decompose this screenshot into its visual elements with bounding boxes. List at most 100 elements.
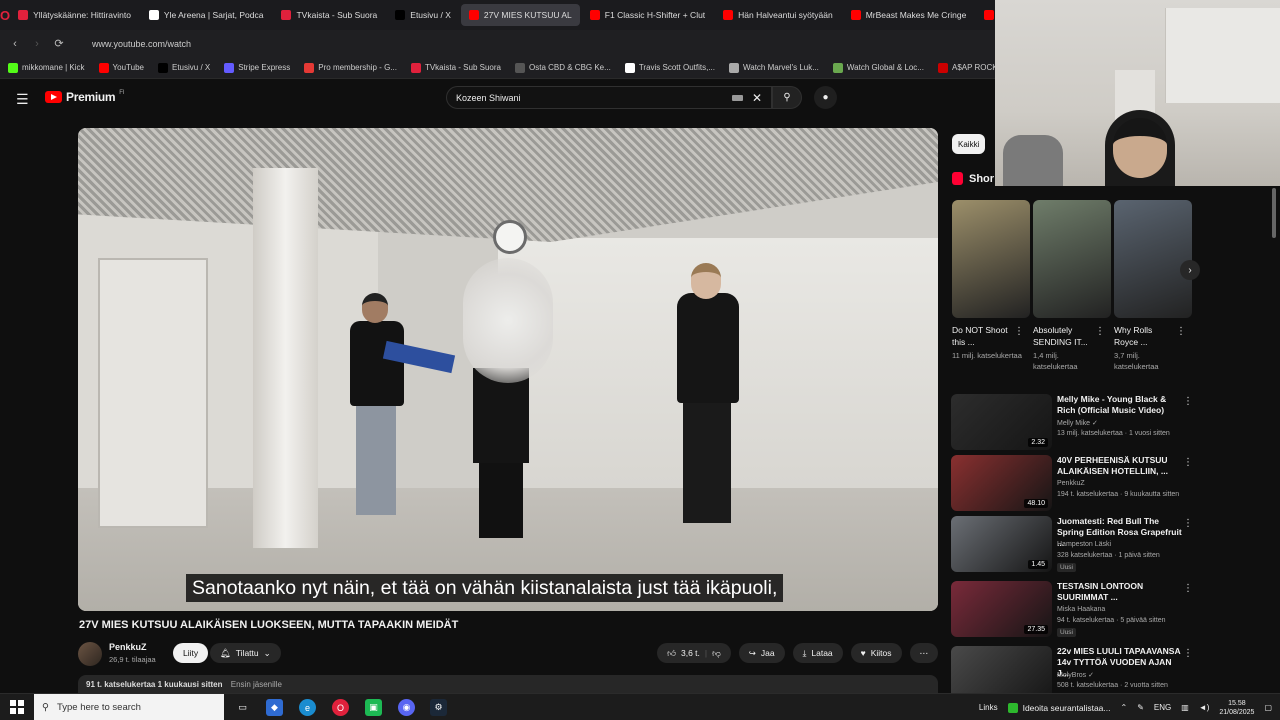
recommended-thumbnail[interactable]: 48.10 [951, 455, 1052, 511]
links-toolbar[interactable]: Links [979, 703, 998, 712]
short-title[interactable]: Why Rolls Royce ... [1114, 324, 1178, 350]
browser-tab[interactable]: Yle Areena | Sarjat, Podca [141, 4, 272, 26]
recommended-video[interactable]: 48.10 40V PERHEENISÄ KUTSUU ALAIKÄISEN HO… [951, 455, 1251, 513]
browser-tab[interactable]: Etusivu / X [387, 4, 459, 26]
short-thumbnail[interactable] [1033, 200, 1111, 318]
notification-center-icon[interactable]: ▢ [1264, 703, 1272, 712]
steam-icon[interactable]: ⚙ [430, 699, 447, 716]
subscribed-button[interactable]: 🔔︎ Tilattu ⌄ [210, 643, 281, 663]
channel-avatar[interactable] [78, 642, 102, 666]
download-button[interactable]: ⤓ Lataa [792, 643, 843, 663]
bookmark-item[interactable]: Pro membership - G... [304, 62, 397, 73]
more-vertical-icon[interactable]: ⋮ [1183, 648, 1193, 659]
like-button[interactable]: 👍︎ 3,6 t. | 👎︎ [657, 643, 731, 663]
copilot-icon[interactable]: ◆ [266, 699, 283, 716]
more-actions-button[interactable]: ⋯ [909, 643, 938, 663]
more-vertical-icon[interactable]: ⋮ [1095, 326, 1105, 337]
short-title[interactable]: Absolutely SENDING IT... [1033, 324, 1097, 350]
recommended-channel[interactable]: MolyBros ✓ [1057, 671, 1094, 679]
browser-tab[interactable]: Hän Halveantui syötyään [715, 4, 841, 26]
taskbar-clock[interactable]: 15.58 21/08/2025 [1219, 699, 1254, 717]
back-arrow-icon[interactable]: ‹ [6, 35, 24, 53]
recommended-thumbnail[interactable]: 1.45 [951, 516, 1052, 572]
short-card[interactable]: Absolutely SENDING IT... 1,4 milj. katsel… [1033, 200, 1111, 372]
recommended-title[interactable]: TESTASIN LONTOON SUURIMMAT ... [1057, 581, 1185, 603]
filter-chip-all[interactable]: Kaikki [952, 134, 986, 154]
bookmark-item[interactable]: A$AP ROCKY x PU... [937, 62, 995, 73]
thanks-label: Kiitos [870, 648, 892, 658]
shorts-next-arrow-icon[interactable]: › [1180, 260, 1200, 280]
network-icon[interactable]: ▥ [1181, 703, 1189, 712]
thanks-button[interactable]: ♥ Kiitos [850, 643, 902, 663]
short-views: 1,4 milj. katselukertaa [1033, 351, 1078, 371]
video-player[interactable]: Sanotaanko nyt näin, et tää on vähän kii… [78, 128, 938, 611]
recommended-video[interactable]: 1.45 Juomatesti: Red Bull The Spring Edit… [951, 516, 1251, 574]
recommended-channel[interactable]: Hampeston Läski [1057, 541, 1111, 548]
browser-tab[interactable]: Yllätyskäänne: Hittiravinto [10, 4, 139, 26]
recommended-title[interactable]: Melly Mike - Young Black & Rich (Officia… [1057, 394, 1185, 416]
reload-icon[interactable]: ⟳ [50, 35, 68, 53]
more-vertical-icon[interactable]: ⋮ [1183, 518, 1193, 529]
short-card[interactable]: Why Rolls Royce ... 3,7 milj. katselukert… [1114, 200, 1192, 372]
youtube-logo[interactable]: Premium FI [45, 90, 125, 104]
taskbar-search-input[interactable]: ⚲ Type here to search [34, 694, 224, 720]
channel-name[interactable]: PenkkuZ [109, 642, 147, 652]
voice-search-button[interactable]: ● [814, 86, 837, 109]
app-green-icon[interactable]: ▣ [365, 699, 382, 716]
language-indicator[interactable]: ENG [1154, 703, 1171, 712]
join-button[interactable]: Liity [173, 643, 209, 663]
bookmark-item[interactable]: YouTube [98, 62, 144, 73]
search-button[interactable]: ⚲ [772, 86, 802, 109]
notification-item[interactable]: Ideoita seurantalistaa... [1007, 702, 1110, 713]
thumbs-down-icon[interactable]: 👎︎ [712, 648, 721, 659]
opera-logo-icon[interactable]: O [0, 0, 10, 30]
browser-tab[interactable]: MrBeast Makes Me Cringe [843, 4, 975, 26]
edge-icon[interactable]: e [299, 699, 316, 716]
more-vertical-icon[interactable]: ⋮ [1176, 326, 1186, 337]
recommended-channel[interactable]: Melly Mike ✓ [1057, 419, 1098, 427]
browser-tab[interactable]: Jakso 39: Joel [976, 4, 995, 26]
browser-tab[interactable]: 27V MIES KUTSUU AL [460, 4, 580, 26]
menu-hamburger-icon[interactable]: ☰ [16, 91, 29, 108]
recommended-video[interactable]: 2.32 Melly Mike - Young Black & Rich (Off… [951, 394, 1251, 452]
short-title[interactable]: Do NOT Shoot this ... [952, 324, 1016, 350]
app-notification-icon [1007, 702, 1018, 713]
task-view-icon[interactable]: ▭ [234, 699, 251, 716]
clear-search-icon[interactable]: ✕ [752, 91, 762, 105]
tray-chevron-up-icon[interactable]: ⌃ [1120, 703, 1127, 712]
opera-taskbar-icon[interactable]: O [332, 699, 349, 716]
forward-arrow-icon[interactable]: › [28, 35, 46, 53]
bookmark-item[interactable]: Etusivu / X [157, 62, 210, 73]
bookmark-item[interactable]: Stripe Express [224, 62, 290, 73]
bookmark-item[interactable]: Watch Marvel's Luk... [728, 62, 819, 73]
bookmark-item[interactable]: TVkaista - Sub Suora [410, 62, 501, 73]
short-thumbnail[interactable] [952, 200, 1030, 318]
short-thumbnail[interactable] [1114, 200, 1192, 318]
bookmark-item[interactable]: Travis Scott Outfits,... [624, 62, 715, 73]
windows-start-icon[interactable] [10, 700, 24, 714]
more-vertical-icon[interactable]: ⋮ [1183, 396, 1193, 407]
recommended-video[interactable]: 27.35 TESTASIN LONTOON SUURIMMAT ... Miska… [951, 581, 1251, 639]
recommended-thumbnail[interactable]: 2.32 [951, 394, 1052, 450]
short-card[interactable]: Do NOT Shoot this ... 11 milj. katseluker… [952, 200, 1030, 361]
volume-icon[interactable]: ◄) [1199, 703, 1210, 712]
recommended-thumbnail[interactable]: 27.35 [951, 581, 1052, 637]
sidebar-scrollbar[interactable] [1272, 188, 1276, 238]
recommended-channel[interactable]: Miska Haakana [1057, 606, 1105, 613]
browser-tab[interactable]: TVkaista - Sub Suora [273, 4, 385, 26]
bookmark-item[interactable]: Watch Global & Loc... [832, 62, 924, 73]
recommended-title[interactable]: 40V PERHEENISÄ KUTSUU ALAIKÄISEN HOTELLI… [1057, 455, 1185, 477]
discord-icon[interactable]: ◉ [398, 699, 415, 716]
recommended-channel[interactable]: PenkkuZ [1057, 480, 1085, 487]
more-vertical-icon[interactable]: ⋮ [1183, 457, 1193, 468]
search-input[interactable]: Kozeen Shiwani ✕ [446, 86, 772, 109]
bookmark-item[interactable]: Osta CBD & CBG Ke... [515, 62, 611, 73]
pen-icon[interactable]: ✎ [1137, 703, 1144, 712]
url-field[interactable]: www.youtube.com/watch [92, 39, 191, 49]
browser-tab[interactable]: F1 Classic H-Shifter + Clut [582, 4, 713, 26]
more-vertical-icon[interactable]: ⋮ [1183, 583, 1193, 594]
keyboard-icon[interactable] [732, 95, 743, 101]
bookmark-item[interactable]: mikkomane | Kick [8, 62, 85, 73]
share-button[interactable]: ↪ Jaa [738, 643, 785, 663]
more-vertical-icon[interactable]: ⋮ [1014, 326, 1024, 337]
